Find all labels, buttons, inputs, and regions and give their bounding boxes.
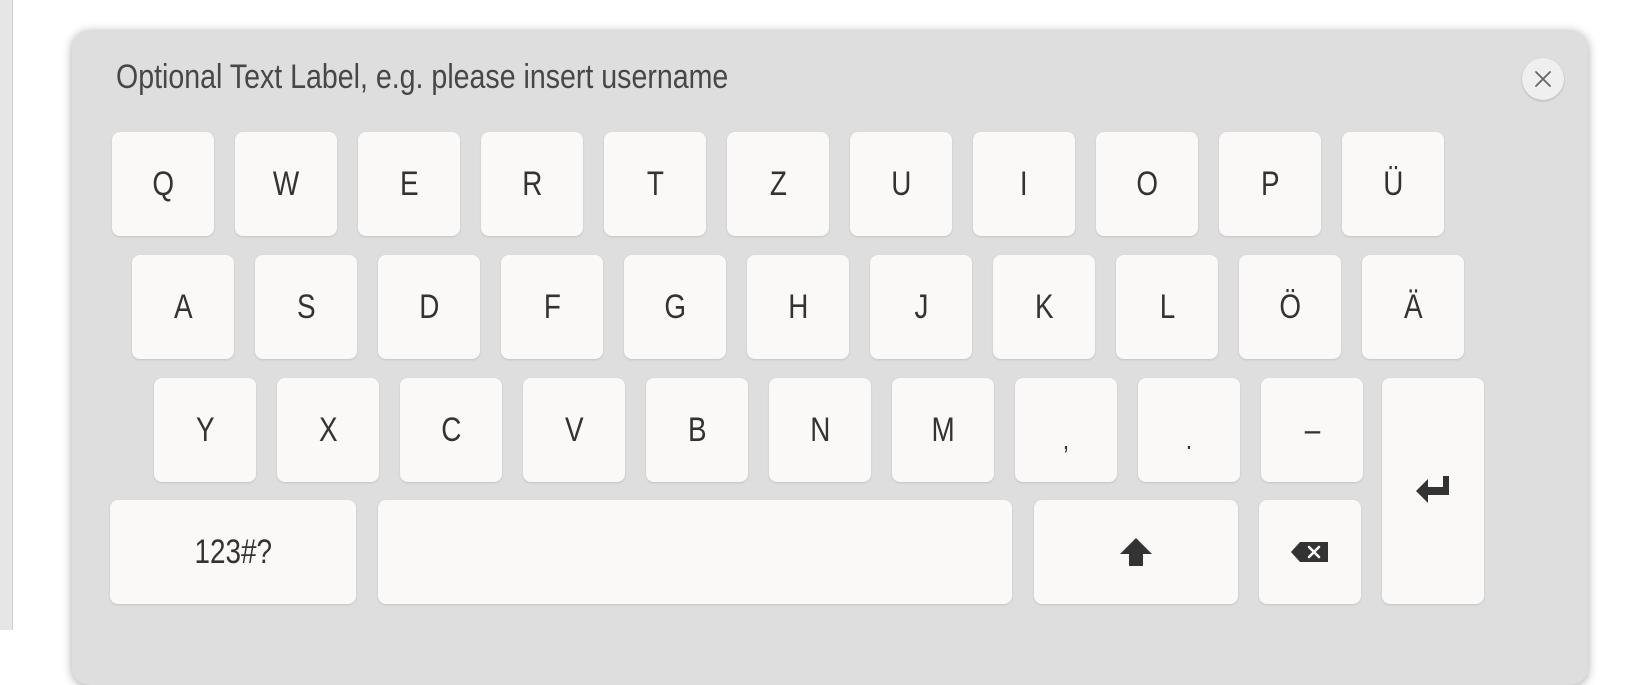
- key-label: Z: [769, 164, 787, 203]
- key-1-7[interactable]: K: [993, 255, 1095, 359]
- key-0-10[interactable]: Ü: [1342, 132, 1444, 236]
- key-0-9[interactable]: P: [1219, 132, 1321, 236]
- key-1-1[interactable]: S: [255, 255, 357, 359]
- key-2-3[interactable]: V: [523, 378, 625, 482]
- key-1-10[interactable]: Ä: [1362, 255, 1464, 359]
- key-label: R: [521, 164, 543, 203]
- key-label: .: [1185, 424, 1193, 455]
- key-0-3[interactable]: R: [481, 132, 583, 236]
- key-2-9[interactable]: –: [1261, 378, 1363, 482]
- key-1-2[interactable]: D: [378, 255, 480, 359]
- key-1-9[interactable]: Ö: [1239, 255, 1341, 359]
- key-1-4[interactable]: G: [624, 255, 726, 359]
- key-1-6[interactable]: J: [870, 255, 972, 359]
- key-0-2[interactable]: E: [358, 132, 460, 236]
- key-0-5[interactable]: Z: [727, 132, 829, 236]
- key-0-7[interactable]: I: [973, 132, 1075, 236]
- key-label: K: [1034, 287, 1054, 326]
- key-label: P: [1260, 164, 1280, 203]
- key-label: O: [1136, 164, 1158, 203]
- key-label: F: [543, 287, 561, 326]
- key-1-5[interactable]: H: [747, 255, 849, 359]
- key-2-8[interactable]: .: [1138, 378, 1240, 482]
- backspace-key[interactable]: [1259, 500, 1361, 604]
- key-label: ,: [1062, 424, 1070, 455]
- key-label: Ä: [1403, 287, 1423, 326]
- key-label: Y: [195, 410, 215, 449]
- space-bar[interactable]: [378, 500, 1012, 604]
- key-1-3[interactable]: F: [501, 255, 603, 359]
- key-2-4[interactable]: B: [646, 378, 748, 482]
- shift-key[interactable]: [1034, 500, 1238, 604]
- key-1-8[interactable]: L: [1116, 255, 1218, 359]
- mode-switch-label: 123#?: [194, 532, 272, 571]
- key-2-6[interactable]: M: [892, 378, 994, 482]
- key-label: G: [664, 287, 686, 326]
- key-label: L: [1159, 287, 1175, 326]
- key-label: T: [646, 164, 664, 203]
- key-0-1[interactable]: W: [235, 132, 337, 236]
- key-label: C: [440, 410, 462, 449]
- key-label: Ö: [1279, 287, 1301, 326]
- key-label: N: [809, 410, 831, 449]
- key-label: Q: [152, 164, 174, 203]
- key-label: Ü: [1382, 164, 1404, 203]
- key-label: –: [1304, 410, 1320, 449]
- key-0-0[interactable]: Q: [112, 132, 214, 236]
- key-0-6[interactable]: U: [850, 132, 952, 236]
- key-label: D: [418, 287, 440, 326]
- key-0-4[interactable]: T: [604, 132, 706, 236]
- key-label: V: [564, 410, 584, 449]
- key-label: S: [296, 287, 316, 326]
- key-label: X: [318, 410, 338, 449]
- key-label: U: [890, 164, 912, 203]
- key-label: B: [687, 410, 707, 449]
- key-label: H: [787, 287, 809, 326]
- key-1-0[interactable]: A: [132, 255, 234, 359]
- close-icon: [1535, 71, 1551, 87]
- close-button[interactable]: [1522, 58, 1564, 100]
- enter-key[interactable]: [1382, 378, 1484, 604]
- key-label: E: [399, 164, 419, 203]
- key-2-2[interactable]: C: [400, 378, 502, 482]
- key-2-1[interactable]: X: [277, 378, 379, 482]
- key-label: I: [1020, 164, 1028, 203]
- key-2-5[interactable]: N: [769, 378, 871, 482]
- key-2-0[interactable]: Y: [154, 378, 256, 482]
- background-panel-edge: [0, 0, 13, 630]
- key-label: W: [272, 164, 300, 203]
- key-0-8[interactable]: O: [1096, 132, 1198, 236]
- shift-icon: [1120, 538, 1152, 566]
- key-label: A: [173, 287, 193, 326]
- key-label: J: [914, 287, 928, 326]
- keyboard-label: Optional Text Label, e.g. please insert …: [116, 58, 729, 96]
- key-2-7[interactable]: ,: [1015, 378, 1117, 482]
- backspace-icon: [1291, 542, 1328, 562]
- enter-icon: [1416, 476, 1449, 503]
- onscreen-keyboard: Optional Text Label, e.g. please insert …: [72, 30, 1588, 685]
- key-label: M: [931, 410, 955, 449]
- mode-switch-key[interactable]: 123#?: [110, 500, 356, 604]
